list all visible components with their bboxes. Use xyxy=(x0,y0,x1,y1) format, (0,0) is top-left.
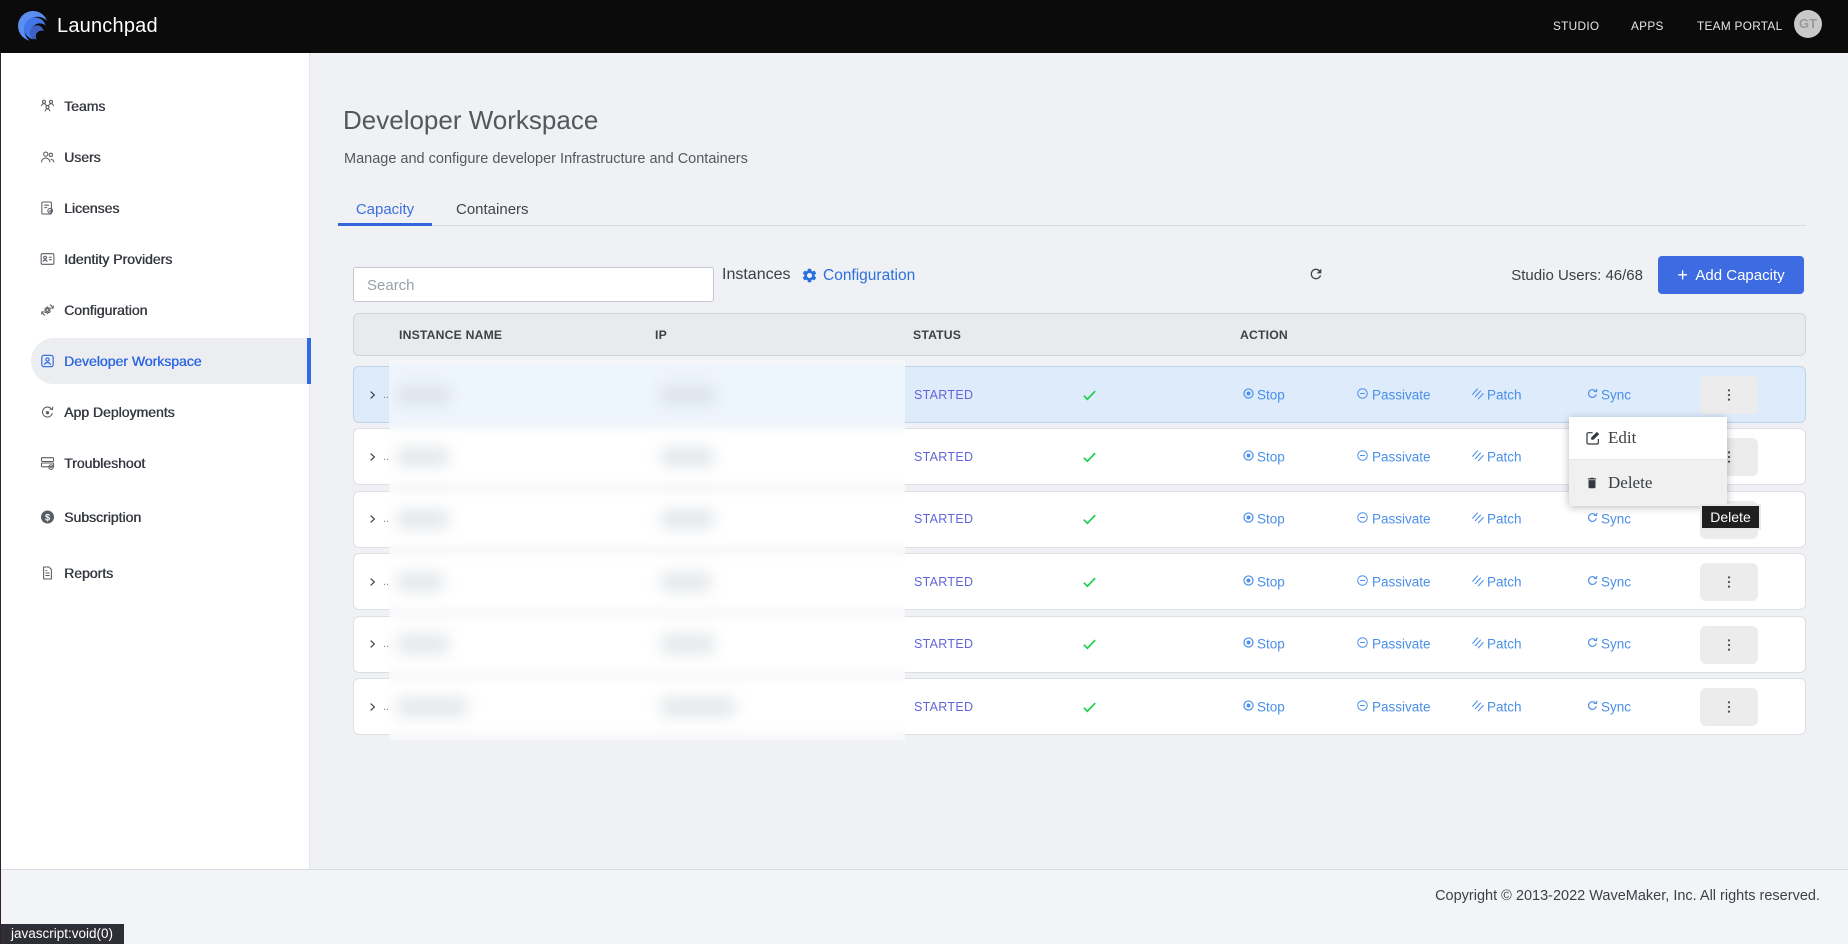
svg-text:$: $ xyxy=(45,512,50,522)
